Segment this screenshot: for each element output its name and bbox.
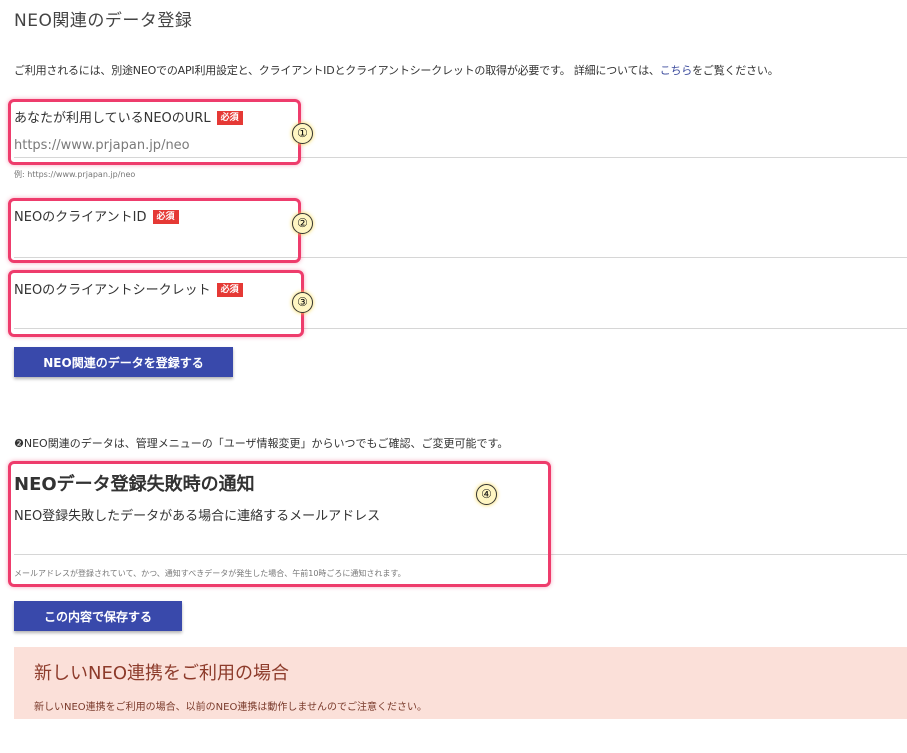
info-note: ❷NEO関連のデータは、管理メニューの「ユーザ情報変更」からいつでもご確認、ご変… xyxy=(14,437,509,450)
client-id-label: NEOのクライアントID 必須 xyxy=(14,206,179,225)
client-secret-label-text: NEOのクライアントシークレット xyxy=(14,283,211,298)
annotation-number-3: ③ xyxy=(292,292,313,313)
notice-title: 新しいNEO連携をご利用の場合 xyxy=(34,663,290,684)
intro-text: ご利用されるには、別途NEOでのAPI利用設定と、クライアントIDとクライアント… xyxy=(14,62,779,78)
notification-email-input[interactable] xyxy=(14,531,907,555)
neo-url-input[interactable] xyxy=(14,134,907,158)
register-neo-data-button[interactable]: NEO関連のデータを登録する xyxy=(14,347,233,377)
notification-email-hint: メールアドレスが登録されていて、かつ、通知すべきデータが発生した場合、午前10時… xyxy=(14,569,406,578)
annotation-number-2: ② xyxy=(292,213,313,234)
client-secret-label: NEOのクライアントシークレット 必須 xyxy=(14,279,243,298)
client-id-input[interactable] xyxy=(14,234,907,258)
notice-text: 新しいNEO連携をご利用の場合、以前のNEO連携は動作しませんのでご注意ください… xyxy=(34,702,428,713)
client-id-label-text: NEOのクライアントID xyxy=(14,210,147,225)
intro-text-after: をご覧ください。 xyxy=(692,64,779,77)
annotation-number-4: ④ xyxy=(476,484,497,505)
neo-url-label: あなたが利用しているNEOのURL 必須 xyxy=(14,107,243,126)
client-secret-input[interactable] xyxy=(14,305,907,329)
notification-email-label: NEO登録失敗したデータがある場合に連絡するメールアドレス xyxy=(14,509,381,524)
required-badge: 必須 xyxy=(216,283,243,297)
details-link[interactable]: こちら xyxy=(660,64,693,77)
neo-url-label-text: あなたが利用しているNEOのURL xyxy=(14,111,211,126)
required-badge: 必須 xyxy=(152,210,179,224)
save-settings-button[interactable]: この内容で保存する xyxy=(14,601,182,631)
new-neo-notice: 新しいNEO連携をご利用の場合 新しいNEO連携をご利用の場合、以前のNEO連携… xyxy=(14,647,907,719)
page-title: NEO関連のデータ登録 xyxy=(14,11,193,31)
required-badge: 必須 xyxy=(216,111,243,125)
notification-section-title: NEOデータ登録失敗時の通知 xyxy=(14,474,255,495)
neo-url-hint: 例: https://www.prjapan.jp/neo xyxy=(14,170,136,179)
annotation-number-1: ① xyxy=(292,123,313,144)
intro-text-before: ご利用されるには、別途NEOでのAPI利用設定と、クライアントIDとクライアント… xyxy=(14,64,660,77)
